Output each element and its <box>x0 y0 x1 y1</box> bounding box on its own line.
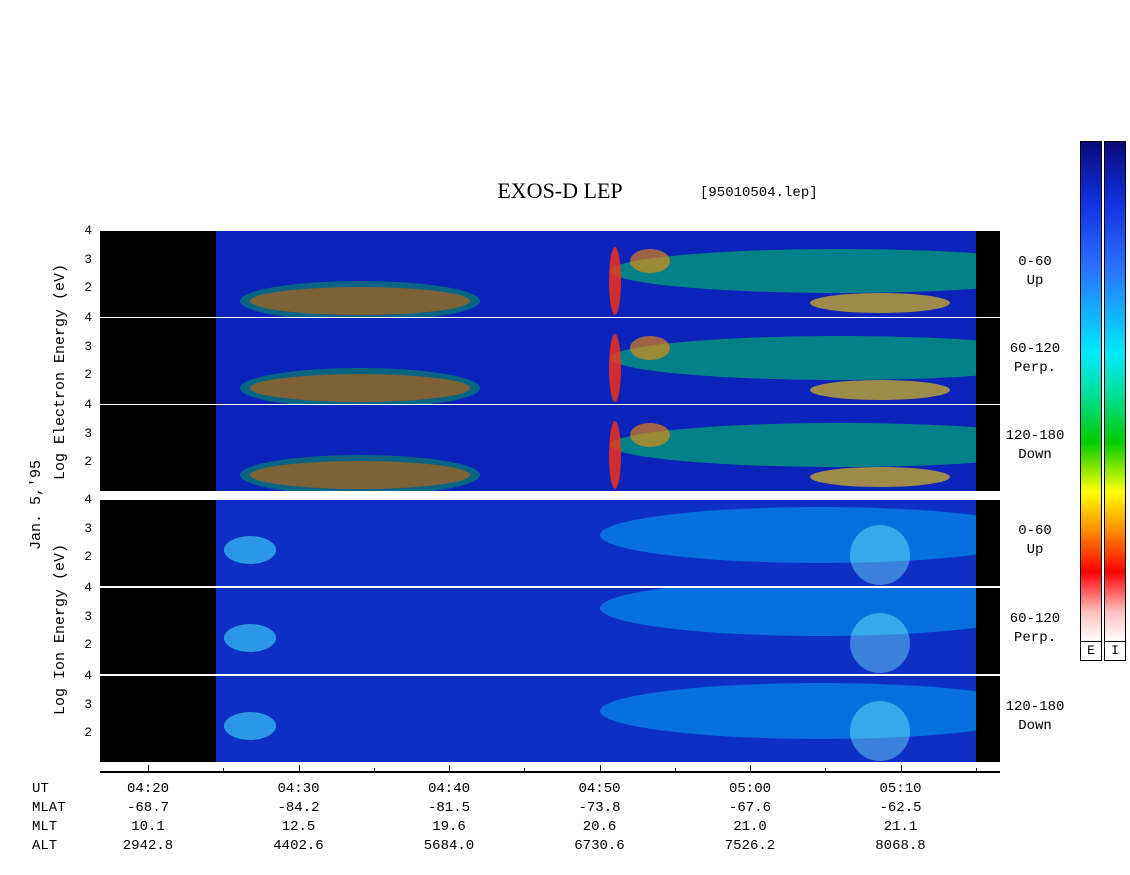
file-name: [95010504.lep] <box>700 185 818 201</box>
time-row-label: MLT <box>32 819 58 835</box>
time-cell-ut: 04:50 <box>578 781 621 797</box>
spectrogram-panel-2 <box>100 318 1000 404</box>
panel-label-4: 0-60 Up <box>1018 523 1052 558</box>
time-cell-mlt: 10.1 <box>131 819 165 835</box>
y-tick-label: 3 <box>84 696 92 712</box>
time-minor-tick <box>975 768 977 773</box>
time-minor-tick <box>449 768 450 773</box>
time-minor-tick <box>373 768 375 773</box>
panel-label-5: 60-120 Perp. <box>1009 611 1061 646</box>
electron-axis-label: Log Electron Energy (eV) <box>52 263 69 480</box>
time-cell-mlat: -84.2 <box>277 800 320 816</box>
date-label: Jan. 5,'95 <box>28 459 45 550</box>
y-tick-label: 4 <box>84 668 92 683</box>
time-cell-ut: 04:30 <box>277 781 320 797</box>
time-cell-alt: 5684.0 <box>423 838 475 854</box>
time-cell-mlt: 21.1 <box>883 819 918 835</box>
y-tick-label: 2 <box>84 367 92 383</box>
spectrogram-panel-3 <box>100 405 1000 491</box>
time-cell-alt: 6730.6 <box>574 838 625 854</box>
time-row-label: ALT <box>32 838 58 854</box>
time-cell-alt: 8068.8 <box>875 838 926 854</box>
y-tick-label: 2 <box>84 725 92 741</box>
y-tick-label: 4 <box>84 580 92 595</box>
electron-colorbar-label: E <box>1080 641 1102 661</box>
spectrogram-panel-4 <box>100 500 1000 586</box>
y-tick-label: 2 <box>84 549 92 565</box>
y-tick-label: 3 <box>84 251 92 267</box>
time-cell-mlat: -81.5 <box>427 800 470 816</box>
panel-label-3: 120-180 Down <box>1005 428 1065 463</box>
panel-label-1: 0-60 Up <box>1018 254 1052 289</box>
ion-axis-label: Log Ion Energy (eV) <box>52 543 69 715</box>
time-cell-ut: 05:10 <box>879 781 922 797</box>
time-cell-alt: 2942.8 <box>122 838 174 854</box>
time-minor-tick <box>750 768 751 773</box>
time-cell-alt: 7526.2 <box>724 838 776 854</box>
time-cell-ut: 04:20 <box>126 781 169 797</box>
panel-label-6: 120-180 Down <box>1005 699 1065 734</box>
time-cell-mlat: -62.5 <box>879 800 922 816</box>
time-minor-tick <box>524 768 526 773</box>
time-cell-mlt: 21.0 <box>733 819 767 835</box>
panel-label-2: 60-120 Perp. <box>1009 341 1061 376</box>
y-tick-label: 3 <box>84 608 92 624</box>
time-cell-mlt: 12.5 <box>281 819 316 835</box>
y-tick-label: 3 <box>84 425 92 441</box>
species-separator <box>100 493 1000 498</box>
y-tick-label: 4 <box>84 310 92 325</box>
time-minor-tick <box>298 768 300 773</box>
time-minor-tick <box>599 768 601 773</box>
time-cell-mlt: 20.6 <box>582 819 617 835</box>
y-tick-label: 2 <box>84 637 92 653</box>
time-cell-ut: 04:40 <box>427 781 470 797</box>
time-cell-ut: 05:00 <box>728 781 771 797</box>
time-minor-tick <box>148 768 149 773</box>
ion-colorbar <box>1104 141 1126 643</box>
electron-colorbar <box>1080 141 1102 643</box>
spectrogram-panel-5 <box>100 588 1000 674</box>
y-tick-label: 3 <box>84 338 92 354</box>
ion-colorbar-label: I <box>1104 641 1126 661</box>
y-tick-label: 2 <box>84 280 92 296</box>
time-minor-tick <box>900 768 902 773</box>
time-minor-tick <box>223 768 225 773</box>
y-tick-label: 4 <box>84 223 92 238</box>
time-axis-line <box>100 771 1000 773</box>
y-tick-label: 4 <box>84 492 92 507</box>
time-cell-mlat: -73.8 <box>578 800 621 816</box>
time-cell-alt: 4402.6 <box>273 838 324 854</box>
time-minor-tick <box>825 768 827 773</box>
time-cell-mlat: -68.7 <box>126 800 169 816</box>
time-row-label: MLAT <box>32 800 66 816</box>
spectrogram-panel-1 <box>100 231 1000 317</box>
time-cell-mlat: -67.6 <box>728 800 771 816</box>
time-cell-mlt: 19.6 <box>432 819 466 835</box>
time-row-label: UT <box>32 781 49 797</box>
spectrogram-panel-6 <box>100 676 1000 762</box>
y-tick-label: 3 <box>84 520 92 536</box>
time-minor-tick <box>674 768 676 773</box>
chart-title: EXOS-D LEP <box>497 178 623 203</box>
y-tick-label: 4 <box>84 397 92 412</box>
y-tick-label: 2 <box>84 454 92 470</box>
